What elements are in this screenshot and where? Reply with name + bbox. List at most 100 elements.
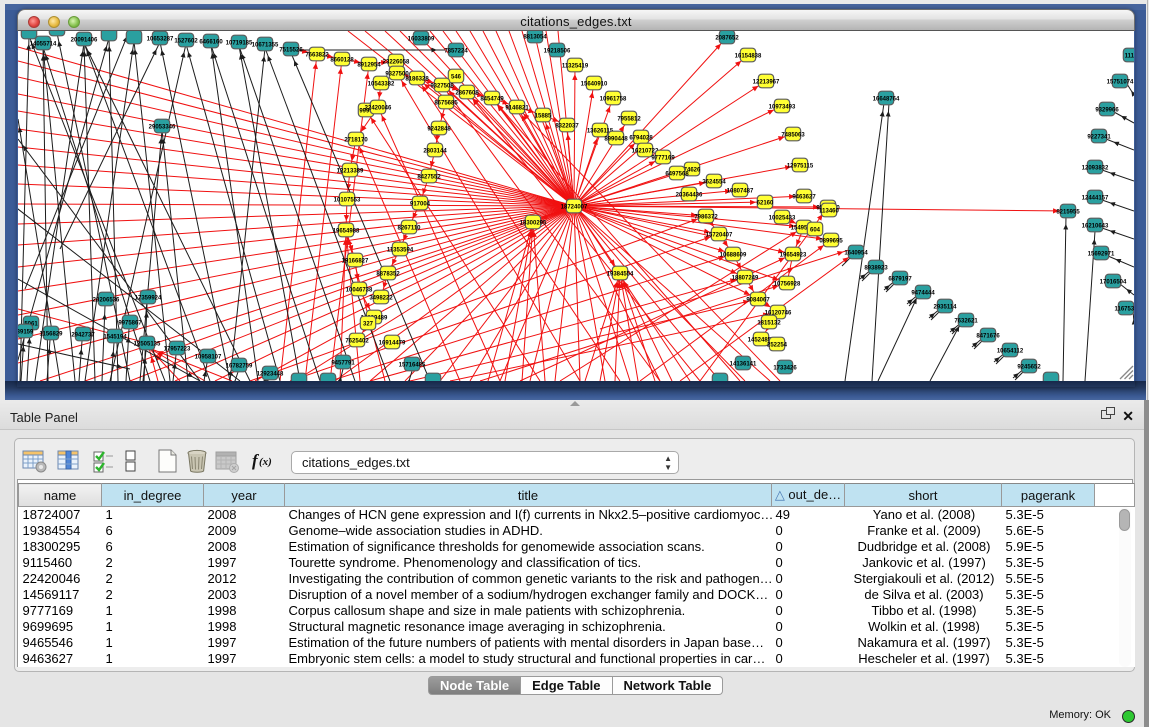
svg-text:12093832: 12093832 <box>1082 165 1109 171</box>
svg-text:17957223: 17957223 <box>164 346 191 352</box>
svg-text:9227341: 9227341 <box>1087 134 1111 140</box>
svg-text:1167533: 1167533 <box>1114 306 1134 312</box>
svg-text:0899695: 0899695 <box>819 238 843 244</box>
svg-text:16782759: 16782759 <box>226 363 253 369</box>
svg-text:7986372: 7986372 <box>694 214 718 220</box>
svg-text:1640954: 1640954 <box>844 250 868 256</box>
svg-text:20091406: 20091406 <box>71 37 98 43</box>
svg-text:14136141: 14136141 <box>730 361 757 367</box>
svg-text:16033809: 16033809 <box>408 36 435 42</box>
svg-text:62160: 62160 <box>757 200 774 206</box>
svg-text:9084067: 9084067 <box>746 297 770 303</box>
svg-text:7663822: 7663822 <box>305 52 329 58</box>
svg-text:6794028: 6794028 <box>629 135 653 141</box>
svg-text:12213389: 12213389 <box>337 168 364 174</box>
svg-text:7625402: 7625402 <box>345 338 369 344</box>
svg-text:12213967: 12213967 <box>753 79 780 85</box>
svg-text:11353594: 11353594 <box>387 247 414 253</box>
svg-text:9463627: 9463627 <box>792 194 816 200</box>
svg-text:23226058: 23226058 <box>383 59 410 65</box>
svg-text:16210643: 16210643 <box>1082 223 1109 229</box>
svg-text:327: 327 <box>363 321 374 327</box>
svg-text:19654988: 19654988 <box>333 228 360 234</box>
svg-text:9245652: 9245652 <box>1017 364 1041 370</box>
svg-text:1545194: 1545194 <box>103 334 127 340</box>
svg-text:11325419: 11325419 <box>562 63 589 69</box>
svg-text:10543382: 10543382 <box>368 81 395 87</box>
svg-text:8675685: 8675685 <box>434 100 458 106</box>
svg-text:10973493: 10973493 <box>769 104 796 110</box>
svg-text:113460: 113460 <box>819 208 839 214</box>
svg-text:17016504: 17016504 <box>1100 279 1127 285</box>
svg-text:15692971: 15692971 <box>1088 251 1115 257</box>
svg-text:15751074: 15751074 <box>1107 79 1134 85</box>
svg-text:7515526: 7515526 <box>279 47 303 53</box>
svg-text:10107553: 10107553 <box>334 197 361 203</box>
svg-text:9777169: 9777169 <box>651 155 675 161</box>
svg-text:9975867: 9975867 <box>118 320 142 326</box>
svg-text:9457791: 9457791 <box>331 360 355 366</box>
svg-text:2942737: 2942737 <box>71 332 95 338</box>
svg-text:6497568: 6497568 <box>665 171 689 177</box>
svg-text:18724007: 18724007 <box>561 204 588 210</box>
svg-text:9474444: 9474444 <box>911 290 935 296</box>
svg-text:3498222: 3498222 <box>369 295 393 301</box>
svg-text:9242848: 9242848 <box>427 126 451 132</box>
svg-text:20206536: 20206536 <box>93 297 120 303</box>
svg-text:39159: 39159 <box>18 329 34 335</box>
svg-text:1112: 1112 <box>1125 53 1134 59</box>
svg-text:1156829: 1156829 <box>39 331 63 337</box>
svg-text:8427552: 8427552 <box>417 174 441 180</box>
svg-text:10719185: 10719185 <box>226 40 253 46</box>
svg-text:604: 604 <box>810 227 821 233</box>
svg-text:16648764: 16648764 <box>873 96 900 102</box>
svg-text:10653287: 10653287 <box>147 36 174 42</box>
svg-text:10688609: 10688609 <box>720 252 747 258</box>
svg-text:12975115: 12975115 <box>787 163 814 169</box>
svg-text:10958107: 10958107 <box>195 354 222 360</box>
svg-text:546: 546 <box>451 74 462 80</box>
svg-text:18300295: 18300295 <box>520 220 547 226</box>
svg-text:9329966: 9329966 <box>1095 107 1119 113</box>
svg-text:3624554: 3624554 <box>702 179 726 185</box>
svg-text:1733426: 1733426 <box>773 365 797 371</box>
svg-text:15720407: 15720407 <box>706 232 733 238</box>
svg-text:8186328: 8186328 <box>405 76 429 82</box>
svg-text:8990448: 8990448 <box>604 136 628 142</box>
svg-text:8813054: 8813054 <box>523 34 547 40</box>
svg-text:10961758: 10961758 <box>600 96 627 102</box>
svg-text:10807487: 10807487 <box>727 188 754 194</box>
svg-text:2935114: 2935114 <box>933 304 957 310</box>
svg-text:12505135: 12505135 <box>134 341 161 347</box>
svg-text:17359924: 17359924 <box>135 295 162 301</box>
svg-text:917004: 917004 <box>410 201 431 207</box>
svg-text:15716485: 15716485 <box>399 362 426 368</box>
svg-text:252254: 252254 <box>767 342 788 348</box>
svg-text:19218506: 19218506 <box>544 48 571 54</box>
svg-text:8878352: 8878352 <box>376 271 400 277</box>
svg-text:19384554: 19384554 <box>607 271 634 277</box>
svg-text:8660128: 8660128 <box>330 57 354 63</box>
svg-text:(x): (x) <box>259 456 272 468</box>
svg-text:8322037: 8322037 <box>555 123 579 129</box>
svg-text:8912954: 8912954 <box>357 62 381 68</box>
svg-text:2087652: 2087652 <box>715 35 739 41</box>
svg-text:12923448: 12923448 <box>257 371 284 377</box>
svg-text:7485063: 7485063 <box>781 132 805 138</box>
svg-text:2867608: 2867608 <box>455 90 479 96</box>
svg-text:8267110: 8267110 <box>397 225 421 231</box>
svg-text:1527602: 1527602 <box>174 38 198 44</box>
svg-text:7955812: 7955812 <box>617 116 641 122</box>
svg-text:9327508: 9327508 <box>430 83 454 89</box>
svg-text:20364436: 20364436 <box>676 192 703 198</box>
svg-text:8454749: 8454749 <box>480 96 504 102</box>
svg-text:2803144: 2803144 <box>423 148 447 154</box>
svg-text:6466160: 6466160 <box>199 39 223 45</box>
svg-text:7632621: 7632621 <box>954 318 978 324</box>
svg-text:14055714: 14055714 <box>30 41 57 47</box>
svg-text:10756928: 10756928 <box>774 281 801 287</box>
svg-text:8471676: 8471676 <box>976 333 1000 339</box>
svg-text:9146821: 9146821 <box>505 105 529 111</box>
svg-text:15885: 15885 <box>535 113 552 119</box>
svg-text:8215955: 8215955 <box>1056 209 1080 215</box>
